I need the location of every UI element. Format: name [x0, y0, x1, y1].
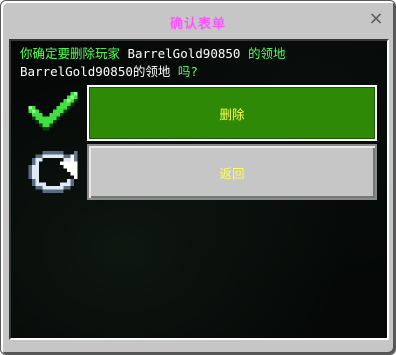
refresh-icon	[25, 144, 81, 200]
message-player-name: BarrelGold90850	[127, 46, 241, 61]
message-prefix: 你确定要删除玩家	[20, 46, 128, 61]
dialog-title: 确认表单	[169, 17, 226, 32]
delete-button-label: 删除	[219, 106, 245, 122]
back-button[interactable]: 返回	[87, 144, 377, 200]
back-row: 返回	[25, 144, 377, 200]
delete-button[interactable]: 删除	[87, 85, 377, 141]
message-line-1: 你确定要删除玩家 BarrelGold90850 的领地	[20, 45, 380, 63]
message-line-2: BarrelGold90850的领地 吗?	[20, 63, 380, 81]
back-button-label: 返回	[219, 165, 245, 181]
message-territory-name: BarrelGold90850的领地	[20, 64, 171, 79]
delete-row: 删除	[25, 85, 377, 141]
message-question: 吗?	[170, 64, 198, 79]
confirm-dialog: 确认表单 × 你确定要删除玩家 BarrelGold90850 的领地 Barr…	[0, 0, 396, 355]
close-button[interactable]: ×	[367, 10, 385, 28]
close-icon: ×	[368, 8, 384, 29]
checkmark-icon	[25, 85, 81, 141]
message-suffix: 的领地	[240, 46, 286, 61]
confirmation-message: 你确定要删除玩家 BarrelGold90850 的领地 BarrelGold9…	[20, 45, 380, 81]
dialog-content: 你确定要删除玩家 BarrelGold90850 的领地 BarrelGold9…	[9, 39, 389, 340]
